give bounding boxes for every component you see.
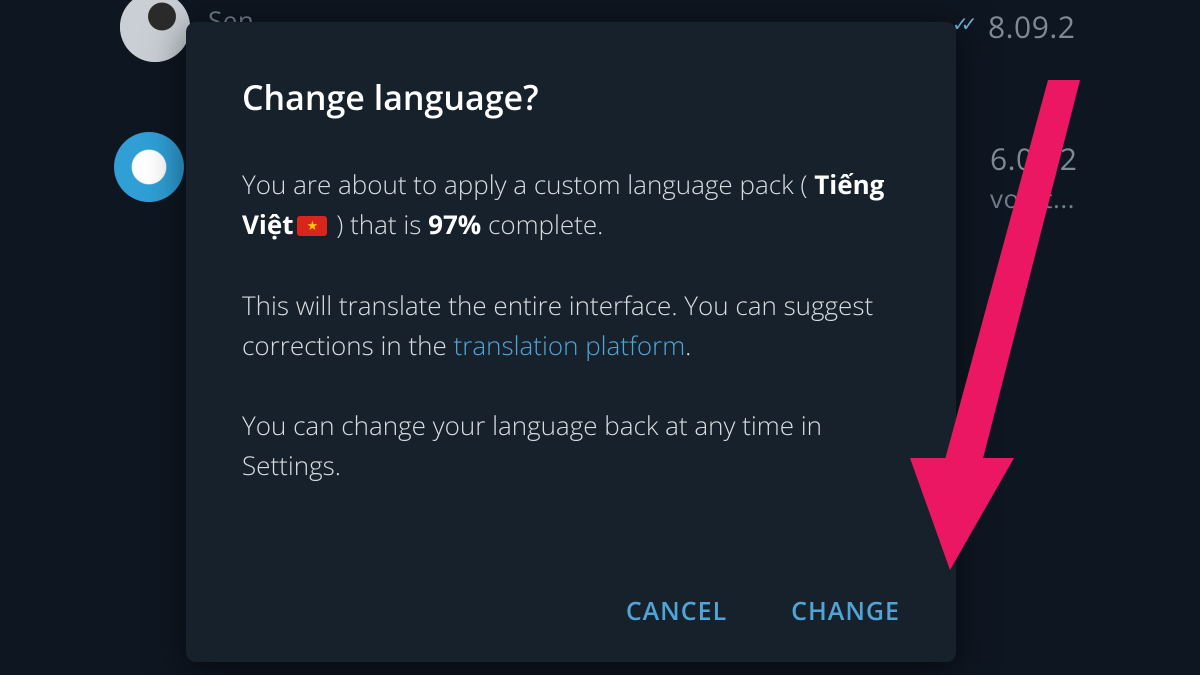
text-fragment: . — [685, 327, 691, 363]
text-fragment: You are about to apply a custom language… — [242, 166, 814, 202]
dialog-paragraph-2: This will translate the entire interface… — [242, 285, 900, 366]
change-language-dialog: Change language? You are about to apply … — [186, 22, 956, 662]
dialog-paragraph-3: You can change your language back at any… — [242, 405, 900, 486]
dialog-button-row: CANCEL CHANGE — [626, 594, 900, 628]
change-button[interactable]: CHANGE — [791, 594, 900, 628]
text-fragment: ) that is — [329, 206, 428, 242]
chat-subtitle-partial: vo-St... — [990, 180, 1075, 216]
cancel-button[interactable]: CANCEL — [626, 594, 727, 628]
chat-avatar — [120, 0, 190, 62]
translation-platform-link[interactable]: translation platform — [454, 327, 686, 363]
vietnam-flag-icon — [297, 216, 327, 236]
text-fragment: complete. — [481, 206, 603, 242]
dialog-paragraph-1: You are about to apply a custom language… — [242, 164, 900, 245]
chat-date: 6.08.2 — [990, 138, 1077, 179]
chat-date: 8.09.2 — [988, 6, 1075, 47]
chat-avatar — [114, 132, 184, 202]
completion-percent: 97% — [428, 206, 481, 242]
app-screen: Sen ✓✓ 8.09.2 6.08.2 vo-St... Change lan… — [0, 0, 1200, 675]
dialog-title: Change language? — [242, 74, 900, 120]
